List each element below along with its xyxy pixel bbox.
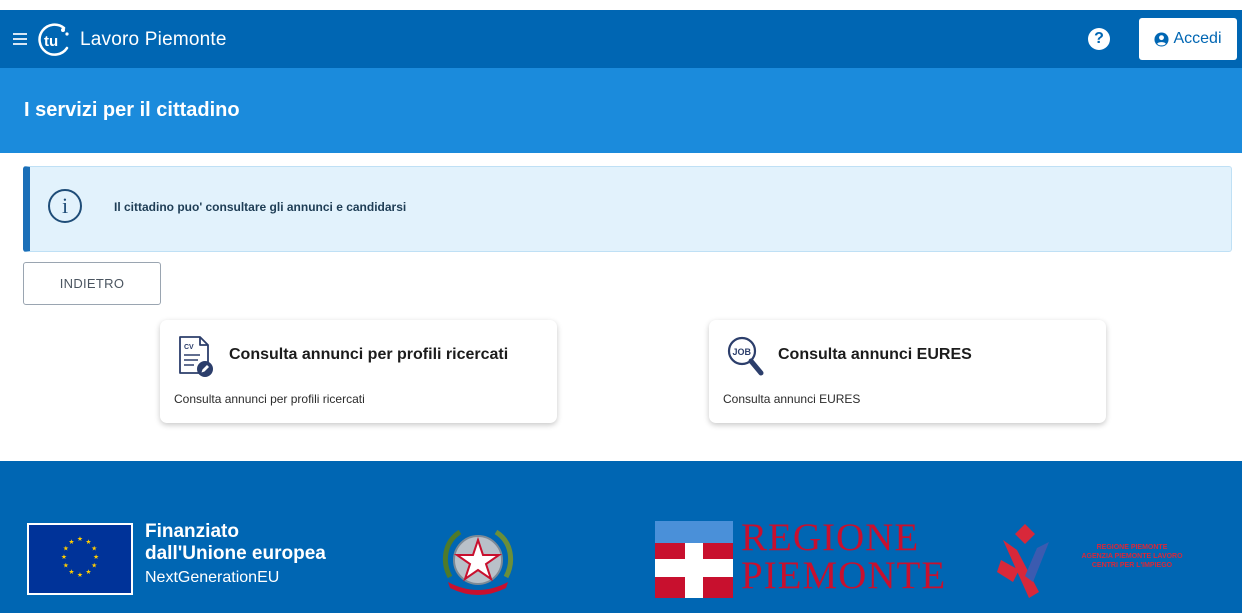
- regione-piemonte-logo: REGIONE PIEMONTE: [655, 518, 945, 598]
- svg-text:★: ★: [93, 553, 99, 561]
- agency-text: REGIONE PIEMONTE AGENZIA PIEMONTE LAVORO…: [1059, 543, 1205, 570]
- hamburger-menu-icon[interactable]: [13, 33, 27, 45]
- card-description: Consulta annunci EURES: [723, 392, 861, 406]
- card-eures[interactable]: JOB Consulta annunci EURES Consulta annu…: [709, 320, 1106, 423]
- agency-line3: CENTRI PER L'IMPIEGO: [1091, 562, 1173, 569]
- regione-piemonte-text: REGIONE PIEMONTE: [741, 516, 947, 597]
- card-title: Consulta annunci EURES: [778, 346, 972, 363]
- regione-flag-icon: [655, 521, 733, 598]
- svg-text:tu: tu: [44, 33, 58, 50]
- card-description: Consulta annunci per profili ricercati: [174, 392, 365, 406]
- svg-text:★: ★: [91, 545, 97, 553]
- card-profili-ricercati[interactable]: CV Consulta annunci per profili ricercat…: [160, 320, 557, 423]
- top-navbar: tu Lavoro Piemonte ? Accedi: [0, 10, 1242, 68]
- agency-mark-icon: [997, 524, 1049, 598]
- regione-line1: REGIONE: [741, 516, 920, 559]
- svg-text:JOB: JOB: [733, 347, 752, 357]
- eu-funding-line1: Finanziato: [145, 521, 239, 542]
- section-header: I servizi per il cittadino: [0, 68, 1242, 153]
- svg-text:★: ★: [61, 553, 67, 561]
- svg-text:★: ★: [69, 538, 75, 546]
- tu-logo-icon[interactable]: tu: [36, 23, 72, 57]
- agency-line1: REGIONE PIEMONTE: [1096, 544, 1168, 551]
- cv-document-icon: CV: [179, 336, 213, 377]
- job-search-icon: JOB: [727, 336, 764, 376]
- svg-text:CV: CV: [184, 344, 194, 351]
- eu-flag-logo: ★ ★ ★ ★ ★ ★ ★ ★ ★ ★ ★ ★: [27, 523, 133, 595]
- svg-text:★: ★: [77, 571, 83, 579]
- svg-text:★: ★: [77, 535, 83, 543]
- login-label: Accedi: [1173, 30, 1222, 47]
- eu-funding-text: Finanziato dall'Unione europea NextGener…: [145, 521, 326, 591]
- svg-text:★: ★: [69, 568, 75, 576]
- italian-republic-emblem: [442, 529, 514, 595]
- card-title: Consulta annunci per profili ricercati: [229, 346, 509, 363]
- page-title: I servizi per il cittadino: [24, 99, 240, 121]
- app-title[interactable]: Lavoro Piemonte: [80, 29, 227, 51]
- alert-message: Il cittadino puo' consultare gli annunci…: [114, 200, 407, 214]
- svg-text:★: ★: [91, 562, 97, 570]
- regione-line2: PIEMONTE: [741, 554, 947, 597]
- agency-line2: AGENZIA PIEMONTE LAVORO: [1081, 553, 1183, 560]
- user-circle-icon: [1154, 31, 1170, 47]
- back-button[interactable]: INDIETRO: [23, 262, 161, 305]
- info-circle-icon: i: [48, 189, 82, 223]
- agenzia-piemonte-lavoro-logo: REGIONE PIEMONTE AGENZIA PIEMONTE LAVORO…: [995, 520, 1205, 600]
- eu-funding-line3: NextGenerationEU: [145, 569, 280, 586]
- eu-funding-line2: dall'Unione europea: [145, 543, 326, 564]
- info-alert: i Il cittadino puo' consultare gli annun…: [23, 166, 1232, 252]
- help-icon[interactable]: ?: [1088, 28, 1110, 50]
- svg-text:★: ★: [86, 568, 92, 576]
- login-button[interactable]: Accedi: [1139, 18, 1237, 60]
- svg-text:★: ★: [63, 562, 69, 570]
